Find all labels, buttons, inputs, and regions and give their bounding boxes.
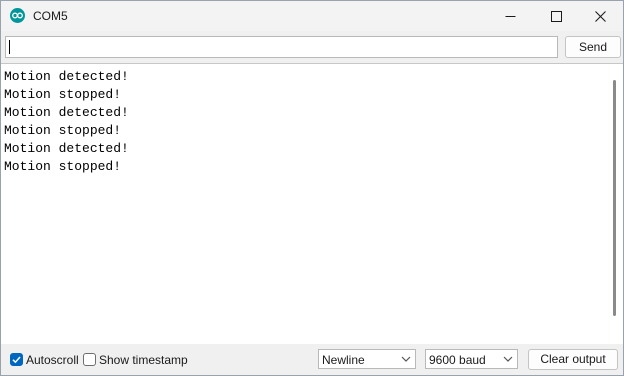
serial-output[interactable]: Motion detected! Motion stopped! Motion … xyxy=(1,63,623,345)
checkmark-icon xyxy=(12,356,21,364)
output-line: Motion detected! xyxy=(4,69,129,84)
baud-rate-select[interactable]: 9600 baud xyxy=(425,349,518,369)
output-line: Motion stopped! xyxy=(4,87,122,102)
send-input[interactable] xyxy=(5,36,558,58)
show-timestamp-checkbox[interactable] xyxy=(83,353,96,366)
chevron-down-icon xyxy=(503,356,513,362)
vertical-scrollbar[interactable] xyxy=(607,64,623,344)
window-title: COM5 xyxy=(33,9,68,23)
text-caret xyxy=(9,40,10,54)
maximize-button[interactable] xyxy=(533,1,579,31)
maximize-icon xyxy=(550,10,562,22)
output-line: Motion detected! xyxy=(4,141,129,156)
close-button[interactable] xyxy=(577,1,623,31)
close-icon xyxy=(594,10,606,22)
output-lines: Motion detected! Motion stopped! Motion … xyxy=(4,68,129,176)
serial-monitor-window: COM5 Send Motion detected! Motion stoppe… xyxy=(0,0,624,376)
send-row: Send xyxy=(1,31,623,63)
arduino-app-icon xyxy=(10,8,25,23)
autoscroll-label[interactable]: Autoscroll xyxy=(26,353,79,367)
baud-rate-value: 9600 baud xyxy=(429,353,486,367)
output-line: Motion detected! xyxy=(4,105,129,120)
chevron-down-icon xyxy=(401,356,411,362)
line-ending-value: Newline xyxy=(322,353,365,367)
title-bar[interactable]: COM5 xyxy=(1,1,623,31)
minimize-button[interactable] xyxy=(487,1,533,31)
clear-output-button[interactable]: Clear output xyxy=(528,349,618,370)
line-ending-select[interactable]: Newline xyxy=(318,349,416,369)
output-line: Motion stopped! xyxy=(4,159,122,174)
minimize-icon xyxy=(505,15,515,17)
scrollbar-thumb[interactable] xyxy=(613,80,616,316)
footer-bar: Autoscroll Show timestamp Newline 9600 b… xyxy=(1,344,623,375)
output-line: Motion stopped! xyxy=(4,123,122,138)
send-button[interactable]: Send xyxy=(565,36,621,58)
show-timestamp-label[interactable]: Show timestamp xyxy=(99,353,188,367)
autoscroll-checkbox[interactable] xyxy=(10,353,23,366)
